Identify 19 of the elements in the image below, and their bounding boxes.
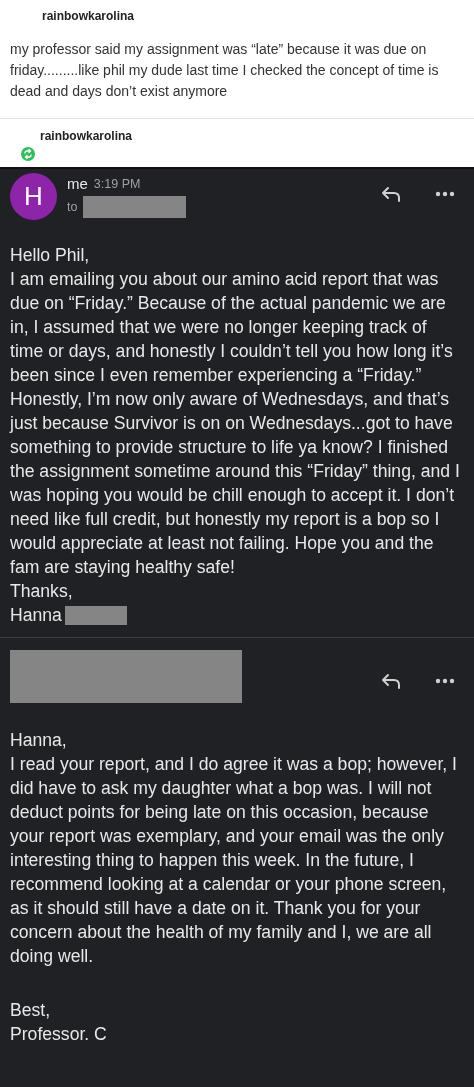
redaction-block xyxy=(64,605,127,625)
recipient-label: to xyxy=(67,200,78,214)
sender-name: me xyxy=(67,175,88,192)
reply-icon[interactable] xyxy=(380,185,402,203)
reply-icon[interactable] xyxy=(380,672,402,690)
email-body: I am emailing you about our amino acid report that was due on “Friday.” Because of the actual pandemic we are in, I assumed that we were no longer keeping track of time or days, and honestly I couldn’t tell you how long it’s been since I even remember experiencing a “Friday.” Honestly, I’m now only aware of Wednesdays, and that’s just because Survivor is on on Wednesdays...got to have something to provide structure to life ya know? I finished the assignment sometime around this “Friday” thing, and I was hoping you would be chill enough to accept it. I don’t need like full credit, but honestly my report is a bop so I would appreciate at least not failing. Hope you and the fam are staying healthy safe! xyxy=(10,268,461,579)
email-signature: Professor. C xyxy=(10,1023,107,1046)
reblog-icon xyxy=(20,146,36,162)
avatar: H xyxy=(10,173,57,220)
email-greeting: Hanna, xyxy=(10,729,68,752)
post-text: my professor said my assignment was “late” because it was due on friday.........like phil my dude last time I checked the concept of time is dead and days don’t exist anymore xyxy=(10,40,440,101)
email-closing: Best, xyxy=(10,999,52,1022)
email-greeting: Hello Phil, xyxy=(10,244,91,267)
username[interactable]: rainbowkarolina xyxy=(42,5,464,27)
email-time: 3:19 PM xyxy=(93,176,141,191)
email-closing: Thanks, xyxy=(10,580,74,603)
username[interactable]: rainbowkarolina xyxy=(40,129,133,143)
email-signature: Hanna xyxy=(10,604,62,627)
email-body: I read your report, and I do agree it was a bop; however, I did have to ask my daughter what a bop was. I will not deduct points for being late on this occasion, because your report was exemplary, and your email was the only interesting thing to happen this week. In the future, I recommend looking at a calendar or your phone screen, as it should still have a date on it. Thank you for your concern about the health of my family and I, we are all doing well. xyxy=(10,753,458,968)
